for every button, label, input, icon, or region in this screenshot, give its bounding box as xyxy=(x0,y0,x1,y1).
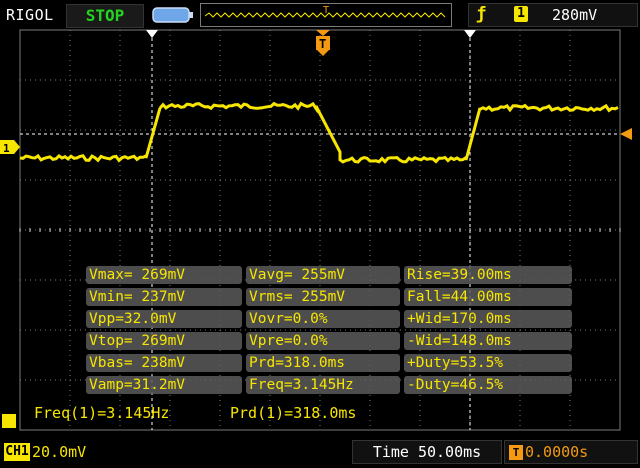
measurement-cell: Freq=3.145Hz xyxy=(246,376,400,394)
measurement-cell: Vavg= 255mV xyxy=(246,266,400,284)
measurement-row: Vpp=32.0mV Vovr=0.0% +Wid=170.0ms xyxy=(86,310,572,329)
measurement-cell: Vpre=0.0% xyxy=(246,332,400,350)
measurement-cell: Fall=44.00ms xyxy=(404,288,572,306)
trigger-level-marker xyxy=(620,128,632,140)
svg-text:1: 1 xyxy=(3,142,10,155)
measurement-cell: +Duty=53.5% xyxy=(404,354,572,372)
period-readout: Prd(1)=318.0ms xyxy=(230,404,357,422)
channel-offset-marker xyxy=(2,414,16,428)
measurement-cell: Vbas= 238mV xyxy=(86,354,242,372)
timebase-readout[interactable]: Time 50.00ms xyxy=(352,440,502,464)
graticule-center-ticks xyxy=(19,228,621,232)
measurement-table: Vmax= 269mV Vavg= 255mV Rise=39.00ms Vmi… xyxy=(86,266,572,400)
channel-1-scale[interactable]: 20.0mV xyxy=(32,443,86,461)
measurement-cell: Vrms= 255mV xyxy=(246,288,400,306)
trigger-delay-readout[interactable]: T 0.0000s xyxy=(504,440,638,464)
svg-text:T: T xyxy=(319,37,326,51)
measurement-cell: Vpp=32.0mV xyxy=(86,310,242,328)
trigger-delay-icon: T xyxy=(509,445,523,460)
frequency-readout: Freq(1)=3.145Hz xyxy=(34,404,170,422)
measurement-cell: Vtop= 269mV xyxy=(86,332,242,350)
measurement-row: Vtop= 269mV Vpre=0.0% -Wid=148.0ms xyxy=(86,332,572,351)
measurement-cell: Vamp=31.2mV xyxy=(86,376,242,394)
measurement-cell: Vovr=0.0% xyxy=(246,310,400,328)
measurement-cell: Rise=39.00ms xyxy=(404,266,572,284)
measurement-cell: Prd=318.0ms xyxy=(246,354,400,372)
measurement-cell: -Wid=148.0ms xyxy=(404,332,572,350)
measurement-row: Vbas= 238mV Prd=318.0ms +Duty=53.5% xyxy=(86,354,572,373)
channel-1-ground-marker: 1 xyxy=(0,140,20,155)
measurement-row: Vmax= 269mV Vavg= 255mV Rise=39.00ms xyxy=(86,266,572,285)
trigger-delay-value: 0.0000s xyxy=(525,443,589,461)
measurement-row: Vamp=31.2mV Freq=3.145Hz -Duty=46.5% xyxy=(86,376,572,395)
measurement-cell: Vmin= 237mV xyxy=(86,288,242,306)
channel-1-label[interactable]: CH1 xyxy=(4,443,30,461)
measurement-cell: -Duty=46.5% xyxy=(404,376,572,394)
measurement-cell: +Wid=170.0ms xyxy=(404,310,572,328)
measurement-cell: Vmax= 269mV xyxy=(86,266,242,284)
measurement-row: Vmin= 237mV Vrms= 255mV Fall=44.00ms xyxy=(86,288,572,307)
